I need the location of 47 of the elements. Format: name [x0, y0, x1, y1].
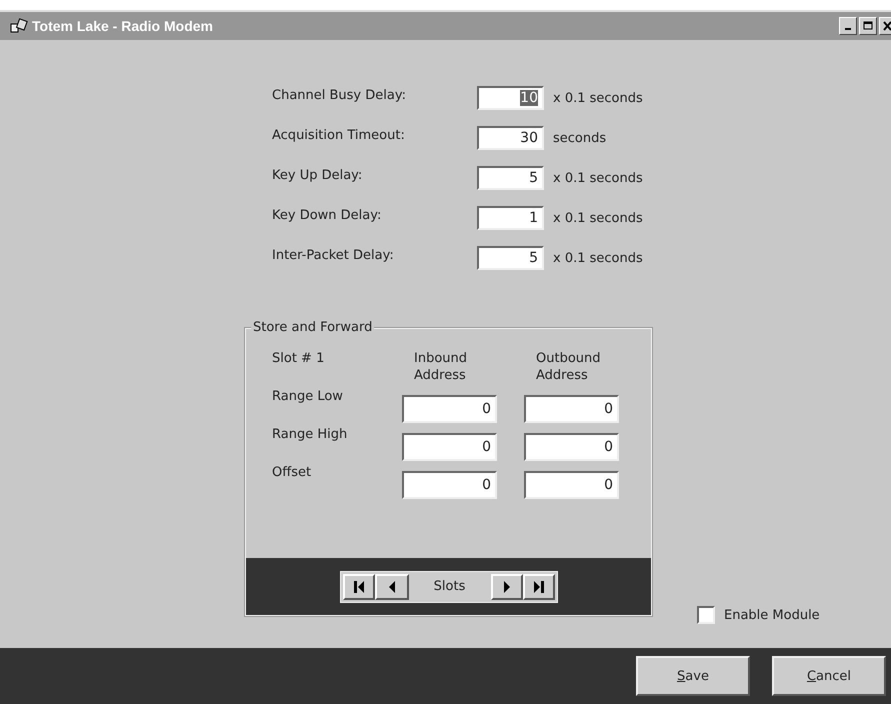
- input-field[interactable]: 30: [477, 126, 544, 150]
- navigator-label: Slots: [432, 579, 466, 594]
- unit-label: x 0.1 seconds: [553, 250, 643, 266]
- input-field[interactable]: 0: [524, 432, 619, 461]
- input-field[interactable]: 0: [402, 394, 497, 423]
- input-field[interactable]: 0: [524, 470, 619, 499]
- checkbox-label: Enable Module: [724, 608, 820, 622]
- unit-label: seconds: [553, 130, 606, 146]
- setting-label: Inter-Packet Delay:: [272, 248, 395, 262]
- input-field[interactable]: 10: [477, 86, 544, 110]
- column-header: Outbound Address: [535, 351, 602, 385]
- input-field[interactable]: 0: [402, 432, 497, 461]
- window-title: Totem Lake - Radio Modem: [32, 18, 214, 34]
- skip-last-icon: [532, 580, 544, 594]
- input-field[interactable]: 0: [524, 394, 619, 423]
- input-field[interactable]: 0: [402, 470, 497, 499]
- last-button[interactable]: [522, 574, 554, 600]
- setting-label: Key Up Delay:: [272, 168, 364, 182]
- skip-first-icon: [352, 580, 364, 594]
- input-field[interactable]: 1: [477, 206, 544, 230]
- maximize-icon: [863, 21, 873, 31]
- next-button[interactable]: [490, 574, 522, 600]
- input-field[interactable]: 5: [477, 246, 544, 270]
- setting-label: Key Down Delay:: [272, 208, 382, 222]
- row-label: Range High: [272, 426, 348, 442]
- column-header: Inbound Address: [413, 351, 468, 385]
- input-field[interactable]: 5: [477, 166, 544, 190]
- unit-label: x 0.1 seconds: [553, 90, 643, 106]
- close-icon: [883, 21, 891, 31]
- previous-button[interactable]: [374, 574, 408, 600]
- dialog-button[interactable]: Cancel: [772, 656, 886, 696]
- setting-label: Acquisition Timeout:: [272, 128, 406, 142]
- modem-icon: [10, 18, 28, 34]
- minimize-button[interactable]: [839, 17, 857, 35]
- first-button[interactable]: [342, 574, 374, 600]
- row-label: Range Low: [272, 388, 344, 404]
- right-triangle-icon: [502, 580, 510, 594]
- slot-label: Slot # 1: [272, 351, 326, 366]
- row-label: Offset: [272, 464, 312, 480]
- setting-label: Channel Busy Delay:: [272, 88, 407, 102]
- minimize-icon: [845, 28, 851, 30]
- left-triangle-icon: [388, 580, 396, 594]
- unit-label: x 0.1 seconds: [553, 170, 643, 186]
- dialog-button[interactable]: Save: [636, 656, 750, 696]
- unit-label: x 0.1 seconds: [553, 210, 643, 226]
- checkbox[interactable]: [697, 606, 715, 624]
- maximize-button[interactable]: [859, 17, 877, 35]
